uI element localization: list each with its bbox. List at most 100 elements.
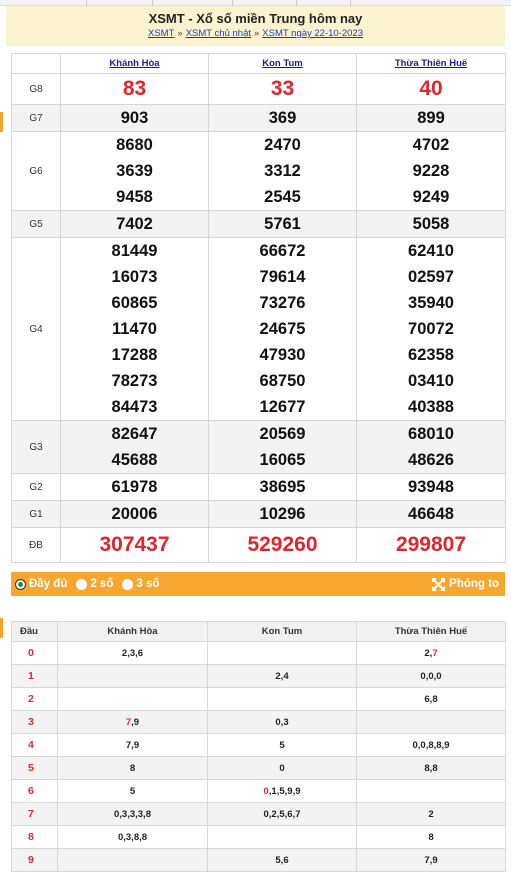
accent-marker <box>0 618 3 638</box>
prize-label: G4 <box>11 237 61 421</box>
prize-number: 7402 <box>116 215 153 233</box>
prize-row: G3 82647 45688 20569 16065 68010 48626 <box>11 420 506 474</box>
prize-number: 8680 <box>116 136 153 154</box>
prize-cell: 8680 3639 9458 <box>60 131 209 211</box>
prize-number: 38695 <box>259 478 306 496</box>
prize-number: 46648 <box>408 505 454 523</box>
tail-digits-cell <box>207 825 357 849</box>
province-link-thua-thien-hue[interactable]: Thừa Thiên Huế <box>395 58 467 69</box>
radio-icon[interactable] <box>76 578 88 590</box>
tail-digits: 0 <box>279 762 285 774</box>
tail-digits-cell: 0,0,8,8,9 <box>356 733 506 757</box>
prize-label: G3 <box>11 420 61 474</box>
prize-number: 02597 <box>408 268 454 286</box>
tail-digits-cell <box>57 687 208 711</box>
head-digit-row: 7 0,3,3,3,8 0,2,5,6,7 2 <box>11 802 506 826</box>
breadcrumb-xsmt-sunday[interactable]: XSMT chủ nhật <box>186 28 251 39</box>
prize-row: ĐB 307437 529260 299807 <box>11 527 506 563</box>
prize-number: 3312 <box>264 162 301 180</box>
tail-digits-cell: 0,3,3,3,8 <box>57 802 208 826</box>
prize-number: 5058 <box>412 215 450 233</box>
prize-number: 529260 <box>247 533 318 556</box>
prize-cell: 299807 <box>356 527 506 563</box>
prize-number: 47930 <box>259 346 306 364</box>
expand-arrows-icon <box>432 577 446 591</box>
radio-selected-icon[interactable] <box>15 578 26 590</box>
prize-number: 9458 <box>116 188 153 206</box>
tail-digits: 6,8 <box>424 693 438 705</box>
tail-digits-cell: 0,2,5,6,7 <box>207 802 357 826</box>
head-digit-row: 6 5 0,1,5,9,9 <box>11 779 506 803</box>
prize-cell: 4702 9228 9249 <box>356 131 506 211</box>
radio-icon[interactable] <box>122 578 134 590</box>
prize-number: 40 <box>419 77 443 100</box>
breadcrumb-xsmt[interactable]: XSMT <box>148 28 174 39</box>
option-three-digits[interactable]: 3 số <box>122 578 159 590</box>
prize-number: 68750 <box>259 372 306 390</box>
tail-digits-cell: 8,8 <box>356 756 506 780</box>
tail-digits-cell <box>207 687 357 711</box>
prize-number: 83 <box>122 77 147 100</box>
prize-cell: 10296 <box>208 500 357 528</box>
prize-cell: 38695 <box>208 473 357 501</box>
prize-cell: 93948 <box>356 473 506 501</box>
prize-number: 24675 <box>259 320 306 338</box>
breadcrumb-xsmt-date[interactable]: XSMT ngày 22-10-2023 <box>262 28 363 39</box>
tail-digits: 0,0,0 <box>420 670 442 682</box>
tail-digits-cell: 0,0,0 <box>356 664 506 688</box>
prize-number: 2470 <box>264 136 301 154</box>
head-digit-row: 8 0,3,8,8 8 <box>11 825 506 849</box>
prize-cell: 40 <box>356 73 506 105</box>
tail-digits-cell: 7,9 <box>57 710 208 734</box>
province-link-kon-tum[interactable]: Kon Tum <box>262 58 302 69</box>
tail-digits-cell: 5 <box>207 733 357 757</box>
prize-cell: 20006 <box>60 500 209 528</box>
prize-cell: 46648 <box>356 500 506 528</box>
prize-number: 93948 <box>408 478 454 496</box>
prize-number: 68010 <box>408 425 454 443</box>
prize-label: G2 <box>11 473 61 501</box>
tail-digits-cell: 6,8 <box>356 687 506 711</box>
prize-label: G6 <box>11 131 61 211</box>
prize-number: 20569 <box>259 425 306 443</box>
head-digit: 7 <box>11 802 58 826</box>
tail-digits: 2 <box>428 808 434 820</box>
prize-number: 48626 <box>408 451 454 469</box>
head-digit-row: 5 8 0 8,8 <box>11 756 506 780</box>
prize-cell: 7402 <box>60 210 209 238</box>
prize-number: 299807 <box>395 533 467 556</box>
tail-digits: 0,3,3,3,8 <box>114 808 151 820</box>
prize-cell: 5058 <box>356 210 506 238</box>
head-digit-col-thua-thien-hue: Thừa Thiên Huế <box>356 621 506 642</box>
tail-digits: 2,3,6 <box>121 647 144 659</box>
prize-number: 5761 <box>264 215 301 233</box>
tail-digits-cell: 7,9 <box>57 733 208 757</box>
province-link-khanh-hoa[interactable]: Khánh Hòa <box>109 58 159 69</box>
prize-cell: 899 <box>356 104 506 132</box>
tail-digits: ,1,5,9,9 <box>268 785 301 797</box>
prize-cell: 529260 <box>208 527 357 563</box>
head-digit-col-khanh-hoa: Khánh Hòa <box>57 621 208 642</box>
tail-digits: ,9 <box>131 716 140 728</box>
prize-number: 40388 <box>408 398 454 416</box>
zoom-button[interactable]: Phóng to <box>432 572 499 596</box>
prize-number: 62410 <box>408 242 454 260</box>
option-two-digits[interactable]: 2 số <box>76 578 113 590</box>
tail-digits: 5,6 <box>275 854 289 866</box>
tail-digits-cell <box>57 848 208 872</box>
prize-label: G8 <box>11 73 61 105</box>
prize-number: 10296 <box>259 505 306 523</box>
prize-cell: 33 <box>208 73 357 105</box>
prize-row: G5 7402 5761 5058 <box>11 210 506 238</box>
prize-cell: 82647 45688 <box>60 420 209 474</box>
tail-digits: 5 <box>129 785 136 797</box>
tail-digits: 5 <box>279 739 285 751</box>
prize-number: 81449 <box>111 242 158 260</box>
head-digit: 1 <box>11 664 58 688</box>
option-full[interactable]: Đầy đủ <box>15 578 67 590</box>
prize-cell: 5761 <box>208 210 357 238</box>
prize-number: 899 <box>417 109 445 127</box>
prize-number: 70072 <box>408 320 454 338</box>
prize-row: G2 61978 38695 93948 <box>11 473 506 501</box>
prize-number: 79614 <box>259 268 306 286</box>
